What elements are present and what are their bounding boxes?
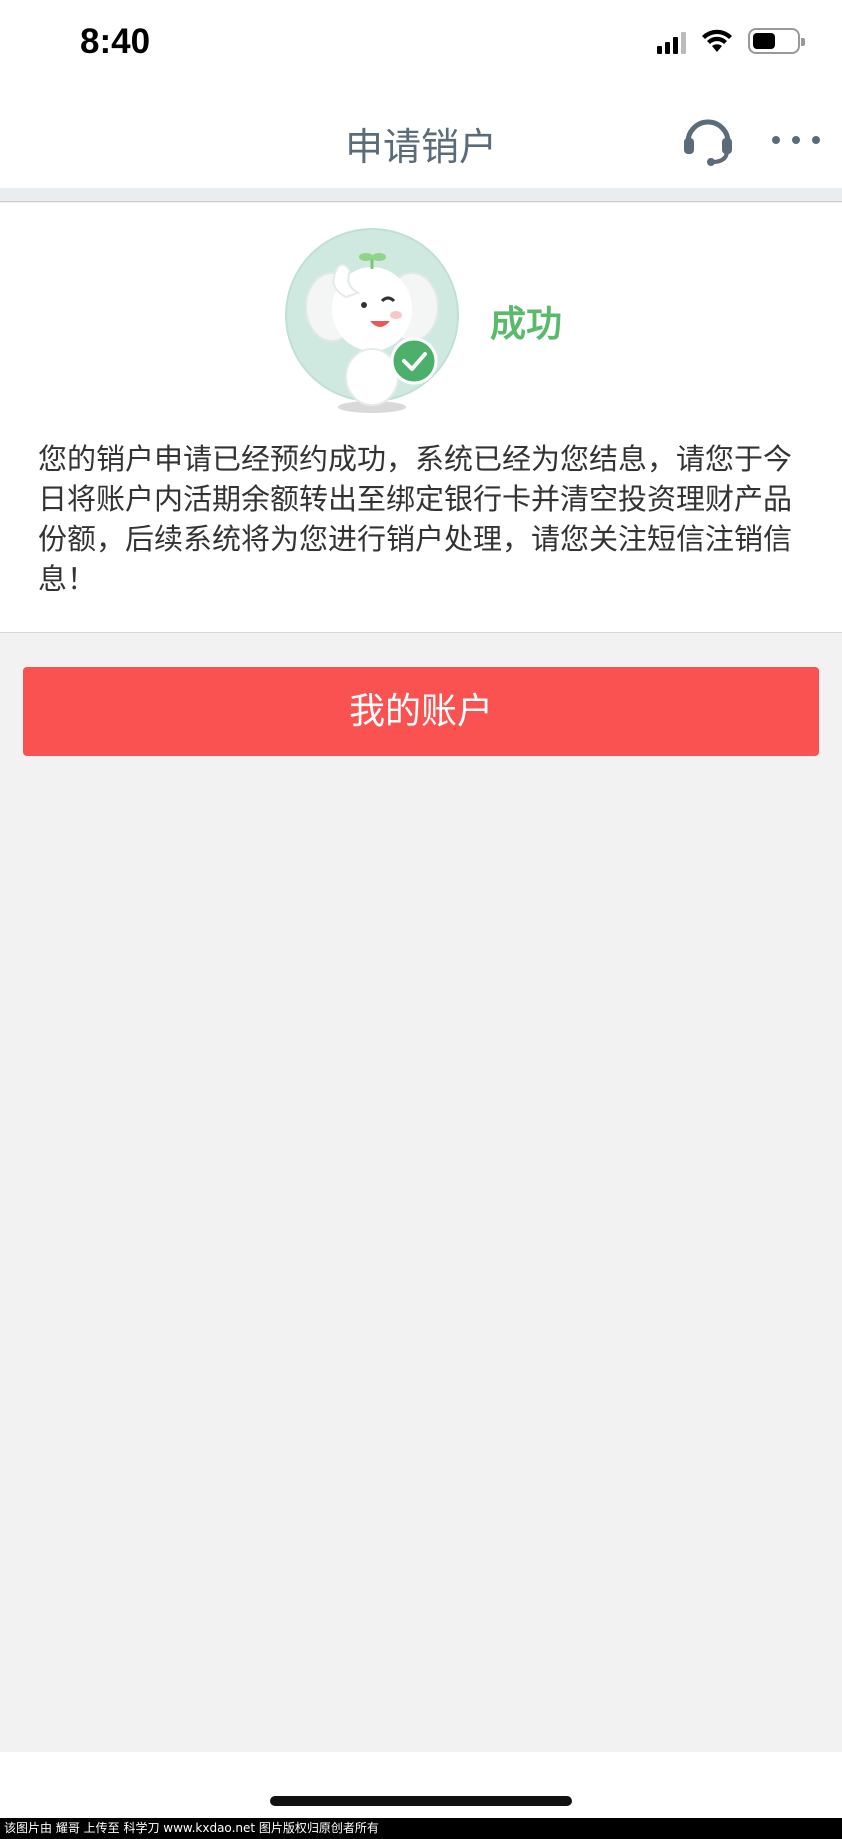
cellular-signal-icon [657, 28, 686, 54]
more-dot [772, 136, 780, 144]
result-message: 您的销户申请已经预约成功，系统已经为您结息，请您于今日将账户内活期余额转出至绑定… [38, 442, 793, 596]
nav-divider [0, 188, 842, 202]
wifi-icon [702, 29, 732, 52]
battery-icon [748, 28, 805, 54]
more-dot [812, 136, 820, 144]
status-icons [657, 28, 805, 54]
status-time: 8:40 [80, 22, 151, 61]
headset-icon [684, 119, 732, 166]
home-indicator-area [0, 1752, 842, 1818]
my-account-button[interactable]: 我的账户 [23, 667, 819, 756]
status-bar: 8:40 [0, 0, 842, 92]
watermark-text: 该图片由 耀哥 上传至 科学刀 www.kxdao.net 图片版权归原创者所有 [0, 1818, 842, 1839]
more-options-button[interactable] [772, 122, 820, 158]
page: 8:40 申请销户 成功 您的销户申请已经预约成功，系统已经为您结息，请您于今日… [0, 0, 842, 1839]
more-dot [792, 136, 800, 144]
elephant-mascot-success-icon [285, 228, 459, 413]
result-card: 成功 您的销户申请已经预约成功，系统已经为您结息，请您于今日将账户内活期余额转出… [0, 203, 842, 633]
customer-service-button[interactable] [680, 112, 736, 168]
home-indicator[interactable] [270, 1796, 572, 1806]
success-status-text: 成功 [490, 304, 563, 345]
nav-bar: 申请销户 [0, 92, 842, 188]
